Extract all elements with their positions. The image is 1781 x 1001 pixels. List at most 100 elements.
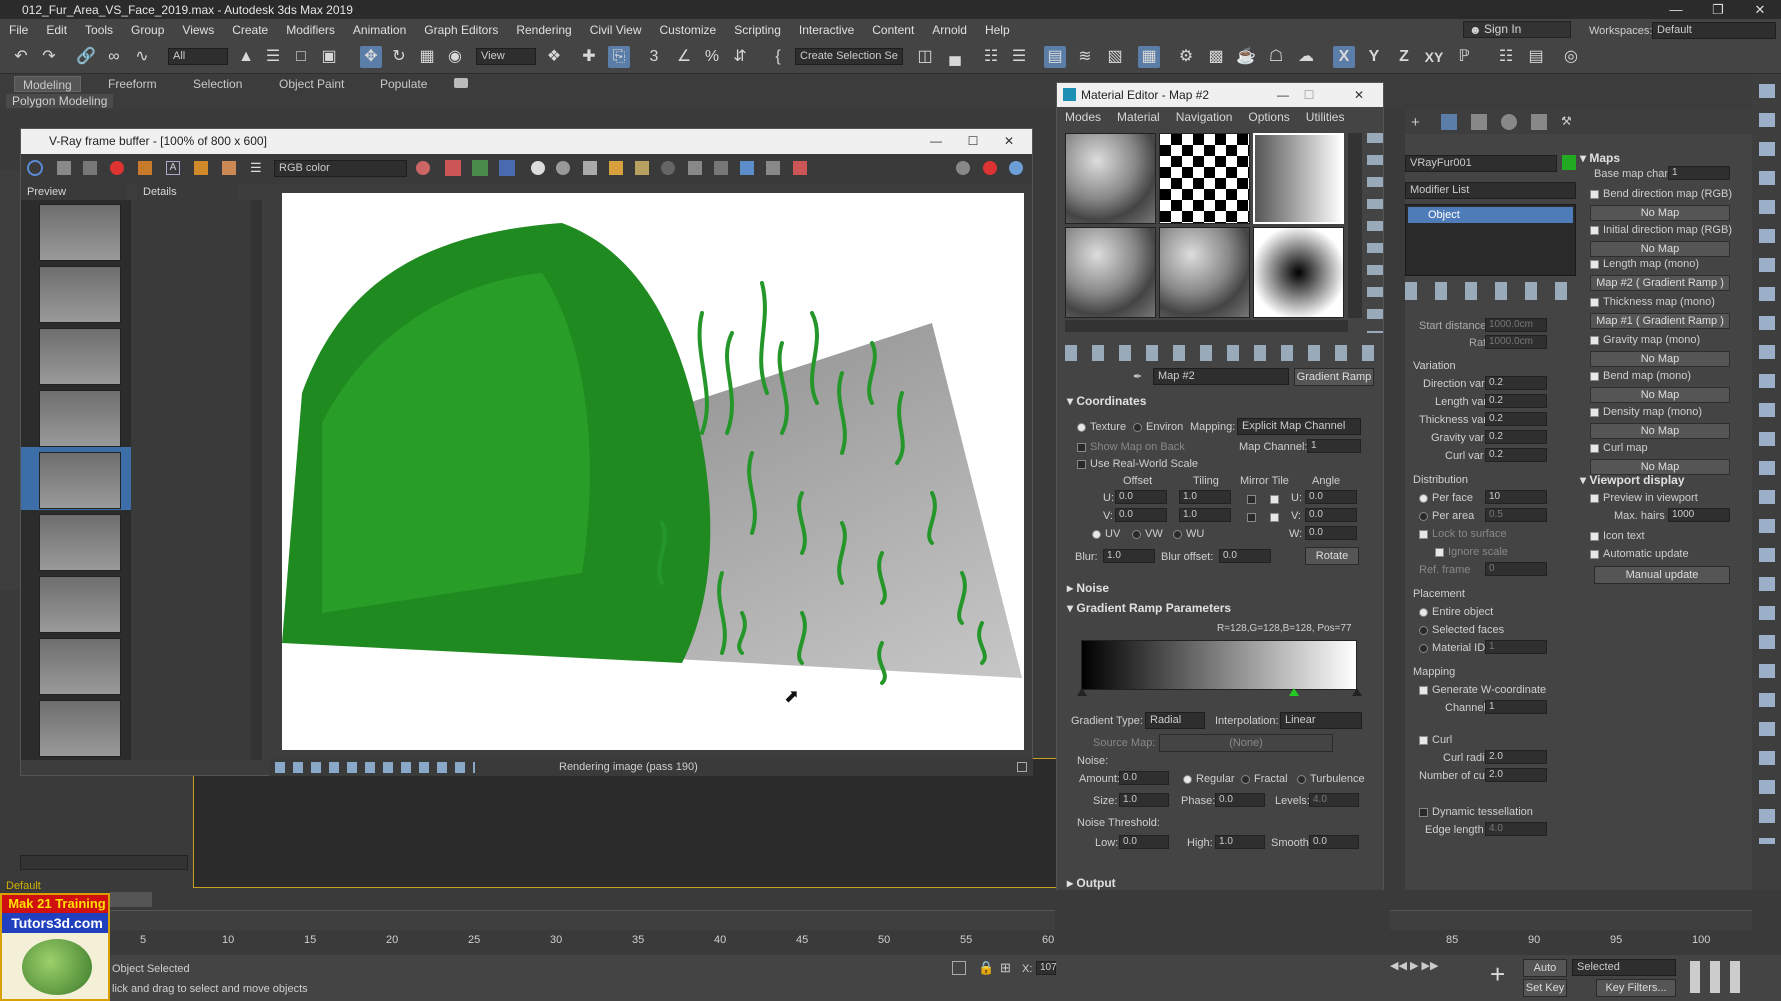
stamp-icon[interactable] (222, 161, 236, 175)
material-id-radio[interactable]: Material ID (1419, 642, 1485, 654)
track-mouse-icon[interactable] (661, 161, 675, 175)
u-mirror-checkbox[interactable] (1247, 492, 1260, 506)
select-move-icon[interactable]: ✥ (360, 46, 382, 68)
vw-radio[interactable]: VW (1132, 528, 1163, 540)
map-checkbox[interactable]: Gravity map (mono) (1590, 334, 1700, 346)
utilities-tab-icon[interactable]: ⚒ (1561, 114, 1577, 130)
start-distance-spinner[interactable]: 1000.0cm (1485, 318, 1547, 332)
selected-faces-radio[interactable]: Selected faces (1419, 624, 1504, 636)
menu-item-edit[interactable]: Edit (37, 23, 76, 37)
window-crossing-icon[interactable]: ▣ (318, 46, 340, 68)
manual-update-button[interactable]: Manual update (1594, 566, 1730, 584)
gradient-flag-end[interactable] (1352, 688, 1362, 696)
maps-header[interactable]: ▾ Maps (1580, 150, 1620, 166)
percent-snap-icon[interactable]: % (701, 46, 723, 68)
pixel-info-icon[interactable] (714, 161, 728, 175)
history-scrollbar[interactable] (251, 200, 262, 760)
rate-spinner[interactable]: 1000.0cm (1485, 335, 1547, 349)
menu-item-file[interactable]: File (0, 23, 37, 37)
max-hairs-spinner[interactable]: 1000 (1668, 508, 1730, 522)
time-slider[interactable] (110, 892, 152, 907)
vfb-minimize-button[interactable]: — (921, 129, 951, 154)
map-checkbox[interactable]: Curl map (1590, 442, 1648, 454)
menu-item-create[interactable]: Create (223, 23, 277, 37)
undo-icon[interactable]: ↶ (10, 46, 32, 68)
set-key-button[interactable]: Set Key (1523, 979, 1567, 997)
absolute-mode-icon[interactable]: ⊞ (1000, 960, 1011, 976)
region-render-icon[interactable] (688, 161, 702, 175)
map-slot-button[interactable]: No Map (1590, 351, 1730, 367)
history-thumbnail[interactable] (39, 266, 121, 323)
tab-populate[interactable]: Populate (372, 76, 435, 92)
axis-x-button[interactable]: X (1333, 46, 1355, 68)
preview-in-viewport-checkbox[interactable]: Preview in viewport (1590, 492, 1698, 504)
curve-editor-icon[interactable]: ≋ (1074, 46, 1096, 68)
menu-item-graph-editors[interactable]: Graph Editors (415, 23, 507, 37)
auto-key-button[interactable]: Auto Key (1523, 959, 1567, 990)
load-image-icon[interactable] (609, 161, 623, 175)
rendered-frame-window-icon[interactable]: ▩ (1205, 46, 1227, 68)
num-curls-spinner[interactable]: 2.0 (1485, 768, 1547, 782)
ribbon-options-icon[interactable] (454, 78, 468, 88)
curl-checkbox[interactable]: Curl (1419, 734, 1452, 746)
scene-explorer-icon[interactable]: ☷ (980, 46, 1002, 68)
u-tiling-spinner[interactable]: 1.0 (1179, 490, 1231, 504)
vfb-expand-icon[interactable] (1017, 762, 1027, 772)
threshold-low-spinner[interactable]: 0.0 (1119, 835, 1169, 849)
menu-item-group[interactable]: Group (122, 23, 173, 37)
menu-icon[interactable]: ☰ (250, 160, 264, 175)
v-tile-checkbox[interactable] (1270, 510, 1283, 524)
material-editor-icon[interactable]: ▦ (1138, 46, 1160, 68)
menu-item-interactive[interactable]: Interactive (790, 23, 863, 37)
base-map-chan-spinner[interactable]: 1 (1668, 166, 1730, 180)
ignore-scale-checkbox[interactable]: Ignore scale (1435, 546, 1508, 558)
history-list[interactable] (21, 200, 262, 760)
map-checkbox[interactable]: Thickness map (mono) (1590, 296, 1715, 308)
v-tiling-spinner[interactable]: 1.0 (1179, 508, 1231, 522)
menu-item-help[interactable]: Help (976, 23, 1019, 37)
curl-radius-spinner[interactable]: 2.0 (1485, 750, 1547, 764)
vfb-history-scrollbar[interactable] (20, 855, 188, 870)
sample-slot-2[interactable] (1159, 133, 1250, 224)
viewport-display-header[interactable]: ▾ Viewport display (1580, 472, 1685, 488)
w-angle-spinner[interactable]: 0.0 (1305, 526, 1357, 540)
interpolation-dropdown[interactable]: Linear (1280, 712, 1362, 729)
show-map-on-back-checkbox[interactable]: Show Map on Back (1077, 441, 1185, 453)
history-thumbnail[interactable] (39, 514, 121, 571)
threshold-smooth-spinner[interactable]: 0.0 (1309, 835, 1359, 849)
u-angle-spinner[interactable]: 0.0 (1305, 490, 1357, 504)
save-image-icon[interactable] (583, 161, 597, 175)
map-checkbox[interactable]: Length map (mono) (1590, 258, 1699, 270)
uv-radio[interactable]: UV (1092, 528, 1120, 540)
place-icon[interactable]: ◉ (444, 46, 466, 68)
stack-item-object[interactable]: Object (1408, 207, 1573, 223)
automatic-update-checkbox[interactable]: Automatic update (1590, 548, 1689, 560)
clear-icon[interactable] (110, 161, 124, 175)
axis-xy-button[interactable]: XY (1423, 46, 1445, 68)
unlink-icon[interactable]: ∞ (103, 46, 125, 68)
gravity-var-spinner[interactable]: 0.2 (1485, 430, 1547, 444)
manipulate-icon[interactable]: ✚ (578, 46, 600, 68)
angle-snap-icon[interactable]: ∠ (673, 46, 695, 68)
vfb-close-button[interactable]: ✕ (994, 129, 1024, 154)
vfb-status-icons[interactable] (275, 762, 475, 773)
text-icon[interactable]: A (166, 161, 180, 175)
per-area-spinner[interactable]: 0.5 (1485, 508, 1547, 522)
history-column-details[interactable]: Details (137, 184, 237, 200)
map-slot-button[interactable]: No Map (1590, 241, 1730, 257)
entire-object-radio[interactable]: Entire object (1419, 606, 1493, 618)
sample-slot-6[interactable] (1253, 227, 1344, 318)
map-channel-spinner[interactable]: 1 (1307, 439, 1361, 453)
key-mode-dropdown[interactable]: Selected (1572, 959, 1676, 976)
viewport-nav-icons[interactable] (1690, 961, 1750, 993)
rect-selection-icon[interactable]: □ (290, 46, 312, 68)
save-icon[interactable] (57, 161, 71, 175)
render-cloud-icon[interactable]: ☁ (1295, 46, 1317, 68)
dynamic-tessellation-checkbox[interactable]: Dynamic tessellation (1419, 806, 1533, 818)
length-var-spinner[interactable]: 0.2 (1485, 394, 1547, 408)
tab-object-paint[interactable]: Object Paint (271, 76, 352, 92)
noise-levels-spinner[interactable]: 4.0 (1309, 793, 1359, 807)
keyboard-shortcut-icon[interactable]: ⎘ (608, 46, 630, 68)
map-slot-button[interactable]: Map #2 ( Gradient Ramp ) (1590, 275, 1730, 291)
u-offset-spinner[interactable]: 0.0 (1115, 490, 1167, 504)
